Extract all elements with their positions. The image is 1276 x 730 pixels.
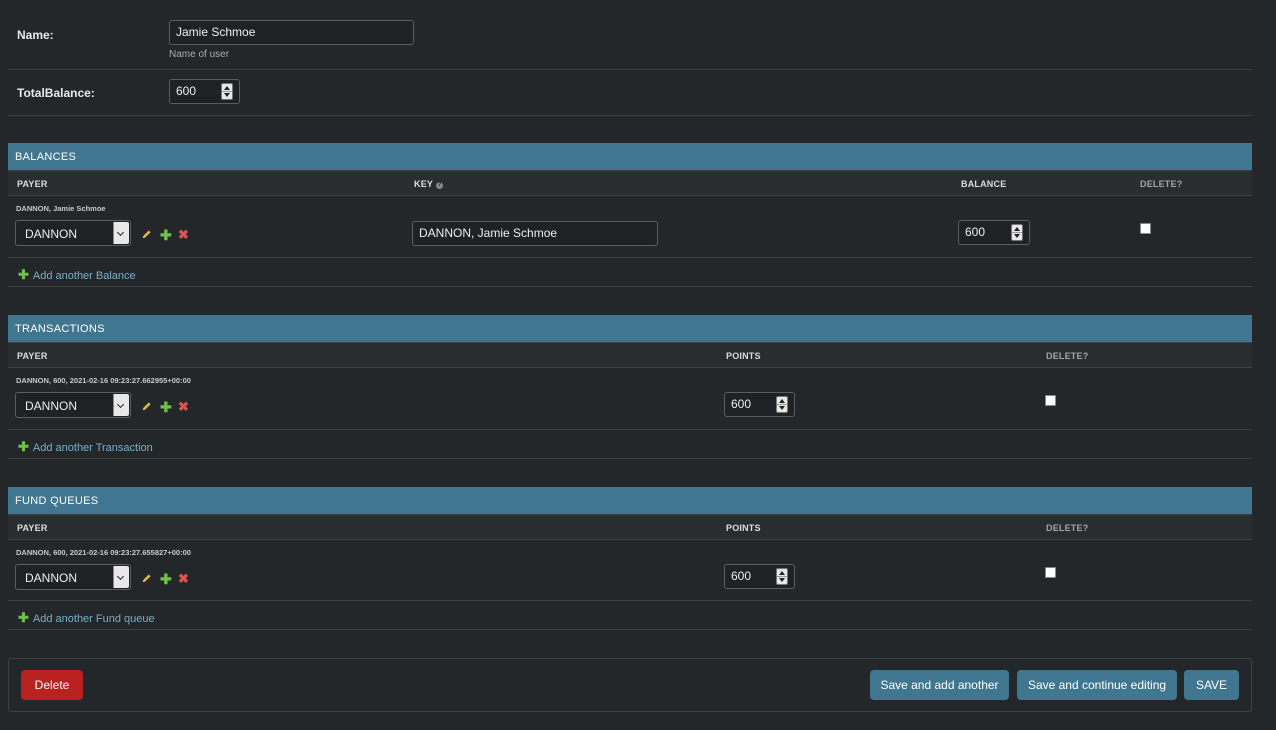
add-fund-queue-row: ✚ Add another Fund queue <box>8 600 1252 630</box>
balance-key-input[interactable]: DANNON, Jamie Schmoe <box>412 221 658 246</box>
total-balance-value: 600 <box>176 84 197 98</box>
balance-amount-spinner[interactable] <box>1011 224 1023 241</box>
add-balance-row: ✚ Add another Balance <box>8 257 1252 287</box>
plus-icon: ✚ <box>18 267 29 282</box>
name-label: Name: <box>17 28 54 42</box>
add-balance-label: Add another Balance <box>32 270 136 282</box>
balance-amount-input[interactable]: 600 <box>958 220 1030 245</box>
balances-col-payer: PAYER <box>17 179 48 189</box>
balances-column-headers: PAYER KEY? BALANCE DELETE? <box>8 170 1252 196</box>
plus-icon[interactable]: ✚ <box>160 228 172 242</box>
balance-key-value: DANNON, Jamie Schmoe <box>419 226 558 240</box>
balance-amount-value: 600 <box>965 225 986 239</box>
balances-col-delete: DELETE? <box>1140 179 1183 189</box>
balances-col-key-label: KEY <box>414 179 434 189</box>
chevron-down-icon <box>113 394 129 416</box>
delete-button[interactable]: Delete <box>21 670 83 700</box>
chevron-down-icon <box>113 222 129 244</box>
fund-queue-delete-checkbox[interactable] <box>1045 567 1056 578</box>
pencil-icon[interactable] <box>141 229 152 240</box>
add-fund-queue-link[interactable]: ✚ Add another Fund queue <box>18 610 155 626</box>
plus-icon[interactable]: ✚ <box>160 572 172 586</box>
transactions-title: TRANSACTIONS <box>15 323 105 335</box>
total-balance-form-row: TotalBalance: 600 <box>8 70 1252 116</box>
plus-icon[interactable]: ✚ <box>160 400 172 414</box>
balances-title: BALANCES <box>15 151 77 163</box>
x-icon[interactable]: ✖ <box>178 228 189 241</box>
chevron-down-icon <box>113 566 129 588</box>
total-balance-label: TotalBalance: <box>17 86 95 100</box>
save-and-continue-button[interactable]: Save and continue editing <box>1017 670 1177 700</box>
transactions-column-headers: PAYER POINTS DELETE? <box>8 342 1252 368</box>
name-help-text: Name of user <box>169 49 230 60</box>
fund-queues-header: FUND QUEUES <box>8 487 1252 514</box>
fund-queues-title: FUND QUEUES <box>15 495 99 507</box>
transaction-points-spinner[interactable] <box>776 396 788 413</box>
balance-row-original: DANNON, Jamie Schmoe <box>16 204 106 213</box>
fund-queues-col-points: POINTS <box>726 523 761 533</box>
balance-delete-checkbox[interactable] <box>1140 223 1151 234</box>
transaction-payer-select[interactable]: DANNON <box>15 392 131 418</box>
balances-header: BALANCES <box>8 143 1252 170</box>
transaction-points-input[interactable]: 600 <box>724 392 795 417</box>
name-form-row: Name: Jamie Schmoe Name of user <box>8 8 1252 70</box>
pencil-icon[interactable] <box>141 573 152 584</box>
fund-queues-col-delete: DELETE? <box>1046 523 1089 533</box>
x-icon[interactable]: ✖ <box>178 572 189 585</box>
plus-icon: ✚ <box>18 610 29 625</box>
transaction-points-value: 600 <box>731 397 752 411</box>
total-balance-input[interactable]: 600 <box>169 79 240 104</box>
plus-icon: ✚ <box>18 439 29 454</box>
balances-col-balance: BALANCE <box>961 179 1007 189</box>
fund-queues-col-payer: PAYER <box>17 523 48 533</box>
pencil-icon[interactable] <box>141 401 152 412</box>
save-and-add-another-button[interactable]: Save and add another <box>870 670 1009 700</box>
help-icon: ? <box>436 182 444 189</box>
transactions-col-delete: DELETE? <box>1046 351 1089 361</box>
balance-payer-select[interactable]: DANNON <box>15 220 131 246</box>
submit-row: Delete Save and add another Save and con… <box>8 658 1252 712</box>
add-balance-link[interactable]: ✚ Add another Balance <box>18 267 136 283</box>
fund-queues-column-headers: PAYER POINTS DELETE? <box>8 514 1252 540</box>
add-fund-queue-label: Add another Fund queue <box>32 613 155 625</box>
transaction-delete-checkbox[interactable] <box>1045 395 1056 406</box>
fund-queue-payer-value: DANNON <box>25 571 78 585</box>
fund-queue-points-spinner[interactable] <box>776 568 788 585</box>
transactions-col-payer: PAYER <box>17 351 48 361</box>
add-transaction-link[interactable]: ✚ Add another Transaction <box>18 439 153 455</box>
fund-queue-row-original: DANNON, 600, 2021-02-16 09:23:27.655827+… <box>16 548 191 557</box>
x-icon[interactable]: ✖ <box>178 400 189 413</box>
balances-col-key: KEY? <box>414 179 444 189</box>
transaction-payer-value: DANNON <box>25 399 78 413</box>
name-input[interactable]: Jamie Schmoe <box>169 20 414 45</box>
balance-payer-value: DANNON <box>25 227 78 241</box>
total-balance-spinner[interactable] <box>221 83 233 100</box>
fund-queue-points-value: 600 <box>731 569 752 583</box>
name-input-value: Jamie Schmoe <box>176 25 256 39</box>
transaction-row-original: DANNON, 600, 2021-02-16 09:23:27.662955+… <box>16 376 191 385</box>
save-button[interactable]: SAVE <box>1184 670 1239 700</box>
transactions-header: TRANSACTIONS <box>8 315 1252 342</box>
fund-queue-payer-select[interactable]: DANNON <box>15 564 131 590</box>
add-transaction-row: ✚ Add another Transaction <box>8 429 1252 459</box>
transactions-col-points: POINTS <box>726 351 761 361</box>
add-transaction-label: Add another Transaction <box>32 442 153 454</box>
fund-queue-points-input[interactable]: 600 <box>724 564 795 589</box>
